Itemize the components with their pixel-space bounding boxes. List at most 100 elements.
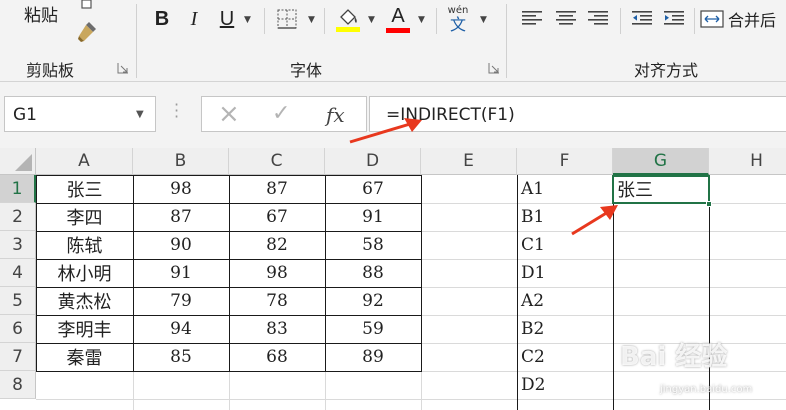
paste-button[interactable]: 粘贴 xyxy=(18,0,64,26)
cell-a4[interactable]: 林小明 xyxy=(36,259,133,287)
format-painter-icon[interactable] xyxy=(74,18,100,44)
table-border xyxy=(36,343,422,344)
column-header-b[interactable]: B xyxy=(133,148,229,175)
cell-b7[interactable]: 85 xyxy=(133,343,229,371)
decrease-indent-icon xyxy=(632,11,652,25)
clipboard-dialog-launcher-icon[interactable] xyxy=(117,62,129,74)
cell-c3[interactable]: 82 xyxy=(229,231,325,259)
cell-d7[interactable]: 89 xyxy=(325,343,421,371)
decrease-indent-button[interactable] xyxy=(628,6,656,32)
align-center-button[interactable] xyxy=(552,6,580,32)
table-border xyxy=(36,315,422,316)
copy-icon[interactable] xyxy=(76,0,98,10)
column-header-g[interactable]: G xyxy=(613,148,709,175)
table-border xyxy=(36,259,422,260)
align-right-icon xyxy=(588,11,608,25)
cell-a5[interactable]: 黄杰松 xyxy=(36,287,133,315)
formula-input[interactable]: =INDIRECT(F1) xyxy=(369,96,786,132)
cell-b1[interactable]: 98 xyxy=(133,175,229,203)
phonetic-dropdown-icon[interactable]: ▼ xyxy=(480,15,487,25)
font-color-dropdown-icon[interactable]: ▼ xyxy=(418,15,425,25)
merge-center-button[interactable]: 合并后 xyxy=(700,6,786,32)
table-border xyxy=(36,287,422,288)
alignment-group-label: 对齐方式 xyxy=(634,61,699,80)
row-header-2[interactable]: 2 xyxy=(0,203,36,231)
increase-indent-button[interactable] xyxy=(660,6,688,32)
font-color-label: A xyxy=(391,4,405,27)
cell-b3[interactable]: 90 xyxy=(133,231,229,259)
align-left-button[interactable] xyxy=(518,6,546,32)
font-color-button[interactable]: A xyxy=(384,4,412,34)
column-header-f[interactable]: F xyxy=(517,148,613,175)
phonetic-top-label: wén xyxy=(447,4,469,16)
cell-f7[interactable]: C2 xyxy=(517,343,613,371)
fill-handle[interactable] xyxy=(706,201,712,207)
merge-center-label: 合并后 xyxy=(728,11,777,30)
borders-icon[interactable] xyxy=(274,6,300,32)
cell-c4[interactable]: 98 xyxy=(229,259,325,287)
cell-c2[interactable]: 67 xyxy=(229,203,325,231)
cell-b4[interactable]: 91 xyxy=(133,259,229,287)
formula-bar-resize-handle[interactable]: · · · xyxy=(174,97,179,125)
underline-dropdown-icon[interactable]: ▼ xyxy=(244,15,251,25)
fill-color-swatch xyxy=(336,27,360,32)
row-header-5[interactable]: 5 xyxy=(0,287,36,315)
insert-function-button[interactable]: fx xyxy=(326,103,345,127)
row-header-8[interactable]: 8 xyxy=(0,371,36,399)
cell-a1[interactable]: 张三 xyxy=(36,175,133,203)
name-box-dropdown-icon[interactable]: ▼ xyxy=(136,109,144,120)
ribbon-separator xyxy=(506,4,507,78)
cell-a3[interactable]: 陈轼 xyxy=(36,231,133,259)
row-header-7[interactable]: 7 xyxy=(0,343,36,371)
cell-c7[interactable]: 68 xyxy=(229,343,325,371)
column-header-h[interactable]: H xyxy=(709,148,786,175)
cell-d2[interactable]: 91 xyxy=(325,203,421,231)
enter-icon[interactable]: ✓ xyxy=(272,101,290,126)
cell-c5[interactable]: 78 xyxy=(229,287,325,315)
row-header-4[interactable]: 4 xyxy=(0,259,36,287)
cancel-icon[interactable]: × xyxy=(218,99,240,129)
font-dialog-launcher-icon[interactable] xyxy=(488,62,500,74)
bold-button[interactable]: B xyxy=(150,6,174,32)
row-header-3[interactable]: 3 xyxy=(0,231,36,259)
name-box[interactable]: G1 xyxy=(4,96,156,132)
borders-dropdown-icon[interactable]: ▼ xyxy=(308,15,315,25)
cell-d1[interactable]: 67 xyxy=(325,175,421,203)
cell-d3[interactable]: 58 xyxy=(325,231,421,259)
row-header-1[interactable]: 1 xyxy=(0,175,36,203)
font-group-label: 字体 xyxy=(290,61,323,80)
cell-b5[interactable]: 79 xyxy=(133,287,229,315)
cell-a7[interactable]: 秦雷 xyxy=(36,343,133,371)
table-border xyxy=(36,175,422,176)
cell-d6[interactable]: 59 xyxy=(325,315,421,343)
phonetic-guide-button[interactable]: wén 文 xyxy=(444,4,472,34)
cell-b2[interactable]: 87 xyxy=(133,203,229,231)
fill-color-button[interactable] xyxy=(334,4,362,34)
cell-b6[interactable]: 94 xyxy=(133,315,229,343)
active-cell-outline xyxy=(612,175,710,204)
row-header-6[interactable]: 6 xyxy=(0,315,36,343)
fill-color-dropdown-icon[interactable]: ▼ xyxy=(368,15,375,25)
cell-d5[interactable]: 92 xyxy=(325,287,421,315)
cell-f6[interactable]: B2 xyxy=(517,315,613,343)
cell-c6[interactable]: 83 xyxy=(229,315,325,343)
column-header-c[interactable]: C xyxy=(229,148,325,175)
cell-d4[interactable]: 88 xyxy=(325,259,421,287)
italic-button[interactable]: I xyxy=(182,6,206,32)
underline-button[interactable]: U xyxy=(214,6,240,32)
column-header-a[interactable]: A xyxy=(36,148,133,175)
column-header-e[interactable]: E xyxy=(421,148,517,175)
table-border xyxy=(36,371,422,372)
cell-f8[interactable]: D2 xyxy=(517,371,613,399)
cell-f1[interactable]: A1 xyxy=(517,175,613,203)
select-all-corner[interactable] xyxy=(0,148,36,175)
table-border xyxy=(36,203,422,204)
cell-f4[interactable]: D1 xyxy=(517,259,613,287)
column-header-d[interactable]: D xyxy=(325,148,421,175)
cell-f5[interactable]: A2 xyxy=(517,287,613,315)
cell-a6[interactable]: 李明丰 xyxy=(36,315,133,343)
align-right-button[interactable] xyxy=(584,6,612,32)
cell-c1[interactable]: 87 xyxy=(229,175,325,203)
cell-a2[interactable]: 李四 xyxy=(36,203,133,231)
bold-label: B xyxy=(154,7,170,30)
